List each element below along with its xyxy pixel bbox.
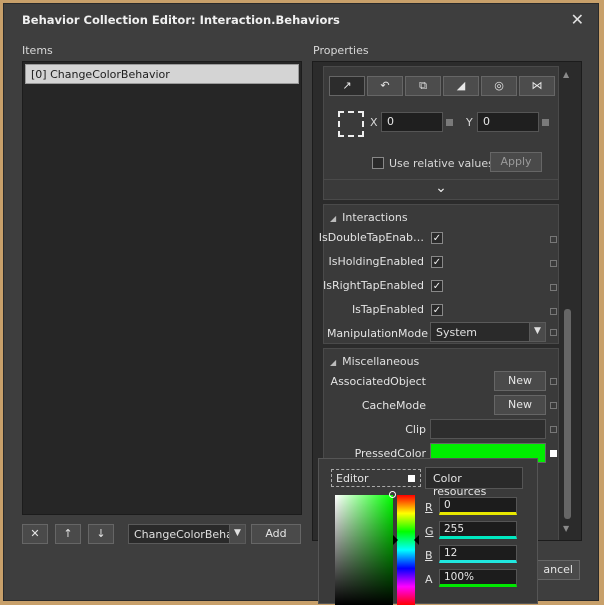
property-row: IsRightTapEnabled (322, 277, 424, 293)
manipulationmode-dropdown[interactable]: System ▼ (430, 322, 546, 342)
associatedobject-marker[interactable] (550, 378, 557, 385)
add-button[interactable]: Add (251, 524, 301, 544)
associatedobject-label: AssociatedObject (330, 375, 426, 388)
anchor-grid-icon[interactable] (338, 111, 364, 137)
behavior-type-dropdown[interactable]: ChangeColorBeha ▼ (128, 524, 246, 544)
close-icon[interactable]: ✕ (571, 10, 584, 29)
y-label: Y (466, 116, 473, 129)
isdoubletap-marker[interactable] (550, 236, 557, 243)
r-field[interactable]: 0 (439, 497, 517, 515)
relative-checkbox[interactable] (372, 157, 384, 169)
behavior-type-value: ChangeColorBeha (134, 528, 233, 541)
isrighttap-marker[interactable] (550, 284, 557, 291)
istap-checkbox[interactable]: ✓ (431, 304, 443, 316)
interactions-header-label: Interactions (342, 211, 408, 224)
cachemode-label: CacheMode (361, 399, 426, 412)
pressedcolor-marker[interactable] (550, 450, 557, 457)
transform-tabs: ↗ ↶ ⧉ ◢ ◎ ⋈ (329, 76, 555, 96)
g-field[interactable]: 255 (439, 521, 517, 539)
isholding-marker[interactable] (550, 260, 557, 267)
istap-label: IsTapEnabled (351, 303, 424, 316)
x-advanced-marker[interactable] (446, 119, 453, 126)
chevron-down-icon: ▼ (529, 323, 545, 341)
property-row: IsTapEnabled (324, 301, 424, 317)
manipulationmode-value: System (436, 326, 478, 339)
b-field[interactable]: 12 (439, 545, 517, 563)
chevron-down-icon: ▼ (229, 525, 245, 543)
apply-button[interactable]: Apply (490, 152, 542, 172)
r-label: R (425, 501, 433, 514)
color-editor-popup: Editor Color resources R 0 G 255 B 12 A … (318, 458, 538, 605)
interactions-header[interactable]: ◢ Interactions (330, 211, 408, 224)
tab-skew[interactable]: ◢ (443, 76, 479, 96)
properties-label: Properties (313, 44, 369, 57)
isrighttap-label: IsRightTapEnabled (322, 279, 424, 292)
b-label: B (425, 549, 433, 562)
manipulationmode-label: ManipulationMode (326, 327, 428, 340)
property-row: ManipulationMode (324, 325, 428, 341)
clip-label: Clip (405, 423, 426, 436)
tab-center-point[interactable]: ◎ (481, 76, 517, 96)
arrow-down-icon: ↓ (96, 527, 106, 540)
property-row: IsHoldingEnabled (324, 253, 424, 269)
collapse-triangle-icon: ◢ (330, 358, 337, 367)
remove-item-button[interactable]: ✕ (22, 524, 48, 544)
items-label: Items (22, 44, 53, 57)
cachemode-new-button[interactable]: New (494, 395, 546, 415)
scroll-up-icon[interactable]: ▲ (563, 70, 569, 79)
properties-scrollbar[interactable]: ▲ ▼ (560, 64, 578, 538)
isdoubletap-checkbox[interactable]: ✓ (431, 232, 443, 244)
associatedobject-new-button[interactable]: New (494, 371, 546, 391)
a-field[interactable]: 100% (439, 569, 517, 587)
y-advanced-marker[interactable] (542, 119, 549, 126)
tab-scale[interactable]: ⧉ (405, 76, 441, 96)
isdoubletap-label: IsDoubleTapEnab… (318, 231, 424, 244)
x-label: X (370, 116, 378, 129)
isholding-checkbox[interactable]: ✓ (431, 256, 443, 268)
transform-section: ↗ ↶ ⧉ ◢ ◎ ⋈ X 0 Y 0 Use relative values … (323, 66, 559, 200)
editor-marker (408, 475, 415, 482)
tab-color-resources[interactable]: Color resources (425, 467, 523, 498)
color-gradient-picker[interactable] (335, 495, 393, 605)
interactions-section: ◢ Interactions IsDoubleTapEnab… ✓ IsHoldi… (319, 204, 559, 344)
tab-flip[interactable]: ⋈ (519, 76, 555, 96)
misc-header[interactable]: ◢ Miscellaneous (330, 355, 419, 368)
relative-label: Use relative values (389, 157, 494, 170)
collapse-triangle-icon: ◢ (330, 214, 337, 223)
misc-header-label: Miscellaneous (342, 355, 420, 368)
property-row: IsDoubleTapEnab… (319, 229, 424, 245)
hue-pointer-right-icon[interactable] (414, 535, 419, 545)
g-label: G (425, 525, 434, 538)
move-down-button[interactable]: ↓ (88, 524, 114, 544)
y-field[interactable]: 0 (477, 112, 539, 132)
scroll-down-icon[interactable]: ▼ (563, 524, 569, 533)
move-up-button[interactable]: ↑ (55, 524, 81, 544)
list-item[interactable]: [0] ChangeColorBehavior (25, 64, 299, 84)
title-bar: Behavior Collection Editor: Interaction.… (4, 4, 598, 38)
clip-field[interactable] (430, 419, 546, 439)
manipulationmode-marker[interactable] (550, 329, 557, 336)
tab-editor[interactable]: Editor (331, 469, 421, 487)
scrollbar-thumb[interactable] (564, 309, 571, 519)
editor-tab-label: Editor (336, 472, 369, 485)
remove-icon: ✕ (30, 527, 40, 540)
arrow-up-icon: ↑ (63, 527, 73, 540)
tab-rotate[interactable]: ↶ (367, 76, 403, 96)
expand-chevron-icon[interactable]: ⌄ (324, 179, 558, 199)
tab-translate[interactable]: ↗ (329, 76, 365, 96)
x-field[interactable]: 0 (381, 112, 443, 132)
cachemode-marker[interactable] (550, 402, 557, 409)
items-list[interactable]: [0] ChangeColorBehavior (22, 61, 302, 515)
isrighttap-checkbox[interactable]: ✓ (431, 280, 443, 292)
window-title: Behavior Collection Editor: Interaction.… (22, 13, 340, 27)
istap-marker[interactable] (550, 308, 557, 315)
clip-marker[interactable] (550, 426, 557, 433)
hue-slider[interactable] (397, 495, 415, 605)
a-label: A (425, 573, 433, 586)
color-picker-cursor[interactable] (389, 491, 396, 498)
isholding-label: IsHoldingEnabled (328, 255, 424, 268)
hue-pointer-left-icon[interactable] (393, 535, 398, 545)
